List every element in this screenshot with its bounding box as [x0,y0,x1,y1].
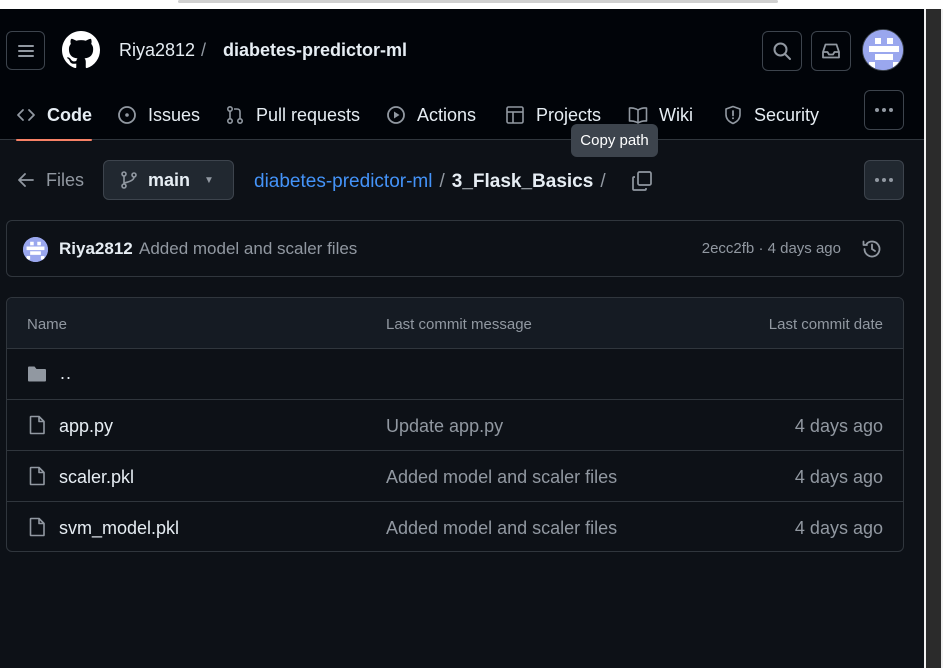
scrollbar-thumb[interactable] [926,9,941,668]
kebab-horizontal-icon [875,108,893,112]
tab-label: Security [754,104,820,125]
identicon-icon [863,30,903,70]
pull-request-icon [225,105,245,125]
files-label: Files [46,169,85,190]
github-logo-icon[interactable] [62,31,100,69]
github-repo-page: Riya2812 / diabetes-predictor-ml Code Is… [0,9,924,668]
tab-label: Pull requests [256,104,361,125]
browser-address-bar [178,0,778,3]
tab-label: Issues [148,104,201,125]
history-icon[interactable] [861,238,883,260]
book-icon [628,105,648,125]
file-commit-date: 4 days ago [794,416,883,436]
commit-author-link[interactable]: Riya2812 [59,239,133,259]
branch-selector[interactable]: main ▼ [103,160,234,200]
arrow-left-icon [18,173,34,187]
breadcrumb-separator: / [439,171,445,192]
file-commit-date: 4 days ago [794,518,883,538]
copy-icon [632,171,652,191]
user-avatar[interactable] [862,29,904,71]
git-branch-icon [121,171,137,189]
file-name-link[interactable]: svm_model.pkl [59,518,179,539]
global-header: Riya2812 / diabetes-predictor-ml Code Is… [0,9,924,141]
more-tabs-button[interactable] [864,90,904,130]
copy-path-button[interactable] [629,169,655,193]
inbox-icon [822,43,840,59]
table-row[interactable]: app.py Update app.py 4 days ago [7,400,903,451]
tab-label: Projects [536,104,602,125]
tab-security[interactable]: Security [723,90,819,140]
tab-issues[interactable]: Issues [117,90,200,140]
file-commit-message-link[interactable]: Update app.py [386,416,503,437]
more-options-button[interactable] [864,160,904,200]
shield-icon [723,105,743,125]
copy-path-tooltip: Copy path [571,124,658,157]
breadcrumb-current-dir: 3_Flask_Basics [451,171,594,192]
hamburger-icon [17,44,34,57]
tab-label: Actions [417,104,477,125]
commit-author-avatar[interactable] [23,237,48,262]
folder-icon [28,366,46,382]
play-icon [386,105,406,125]
file-name-link[interactable]: app.py [59,416,113,437]
repo-owner-link[interactable]: Riya2812 [119,40,195,61]
inbox-button[interactable] [811,31,851,71]
file-commit-date: 4 days ago [794,467,883,487]
file-commit-message-link[interactable]: Added model and scaler files [386,467,617,488]
code-icon [16,105,36,125]
parent-directory-row[interactable]: .. [7,349,903,400]
breadcrumb-trailing-separator: / [600,171,606,192]
table-icon [505,105,525,125]
file-icon [29,415,45,435]
triangle-down-icon: ▼ [204,174,214,186]
tab-pull-requests[interactable]: Pull requests [225,90,360,140]
table-header: Name Last commit message Last commit dat… [7,298,903,349]
latest-commit-box: Riya2812 Added model and scaler files 2e… [6,220,904,277]
breadcrumb: diabetes-predictor-ml / 3_Flask_Basics / [254,171,613,193]
files-toggle[interactable]: Files [18,160,84,200]
breadcrumb-repo-link[interactable]: diabetes-predictor-ml [254,171,432,193]
repo-nav-tabs: Code Issues Pull requests Actions Projec… [0,90,860,141]
page-scrollbar[interactable] [924,9,943,668]
commit-message-link[interactable]: Added model and scaler files [139,239,357,259]
file-icon [29,517,45,537]
tab-label: Code [47,104,92,125]
branch-name: main [148,169,191,190]
file-name-link[interactable]: scaler.pkl [59,467,134,488]
file-commit-message-link[interactable]: Added model and scaler files [386,518,617,539]
tab-code[interactable]: Code [16,90,92,141]
identicon-icon [23,237,48,262]
file-table: Name Last commit message Last commit dat… [6,297,904,552]
search-icon [773,42,791,60]
table-row[interactable]: svm_model.pkl Added model and scaler fil… [7,502,903,551]
header-last-commit-message: Last commit message [386,316,532,333]
file-icon [29,466,45,486]
owner-repo-separator: / [201,40,207,60]
header-name: Name [27,316,68,333]
kebab-horizontal-icon [875,178,893,182]
commit-sha-and-time[interactable]: 2ecc2fb · 4 days ago [702,240,841,257]
tab-label: Wiki [659,104,693,125]
parent-directory-link[interactable]: .. [60,363,72,384]
header-last-commit-date: Last commit date [768,316,883,333]
tab-actions[interactable]: Actions [386,90,476,140]
search-button[interactable] [762,31,802,71]
browser-top-strip [0,0,943,9]
issue-icon [117,105,137,125]
table-row[interactable]: scaler.pkl Added model and scaler files … [7,451,903,502]
menu-button[interactable] [6,31,45,70]
repo-name-link[interactable]: diabetes-predictor-ml [223,40,407,61]
